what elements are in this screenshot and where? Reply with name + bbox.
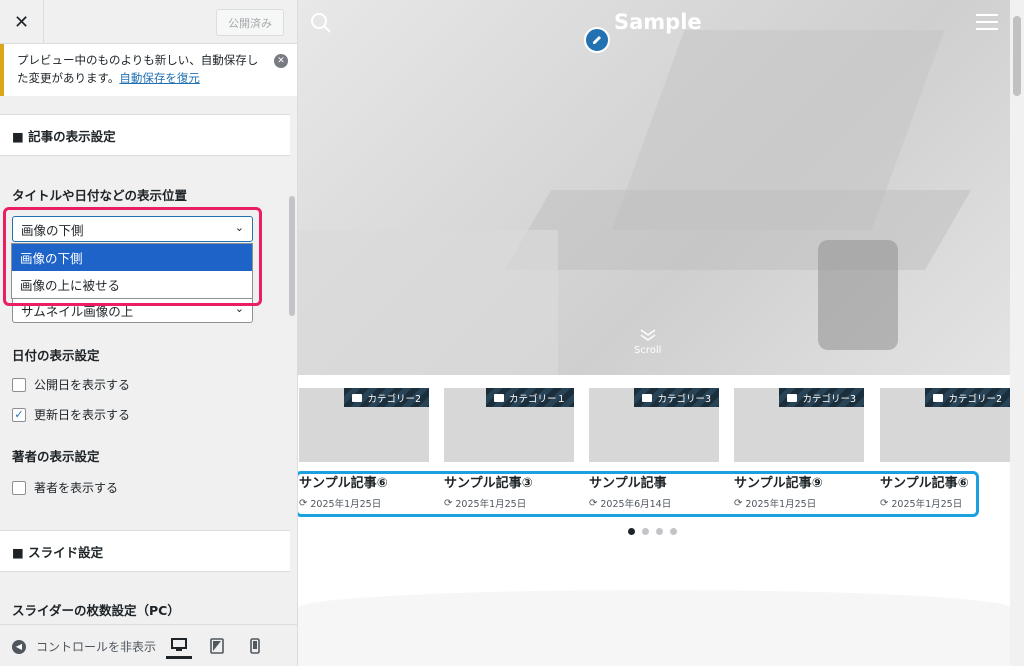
panel-scrollbar[interactable] bbox=[289, 196, 295, 316]
published-date-label: 公開日を表示する bbox=[34, 378, 131, 392]
hero-keyboard-shape bbox=[504, 190, 972, 270]
post-thumbnail[interactable]: カテゴリー3 bbox=[589, 388, 719, 462]
category-label: カテゴリー１ bbox=[508, 393, 566, 405]
collapse-controls-button[interactable]: ◀ コントロールを非表示 bbox=[12, 638, 156, 655]
hero-mug-shape bbox=[818, 240, 898, 350]
published-date-checkbox[interactable]: 公開日を表示する bbox=[12, 376, 130, 393]
slider-count-label: スライダーの枚数設定（PC） bbox=[12, 603, 180, 618]
folder-icon bbox=[493, 393, 504, 402]
panel-body: ■ 記事の表示設定 タイトルや日付などの表示位置 画像の下側 ⌄ サムネイル画像… bbox=[0, 96, 297, 624]
highlight-annotation bbox=[298, 471, 979, 517]
close-customizer-button[interactable]: ✕ bbox=[0, 0, 44, 44]
tablet-icon bbox=[210, 638, 224, 654]
desktop-icon bbox=[171, 637, 187, 651]
search-icon[interactable] bbox=[310, 12, 332, 38]
category-label: カテゴリー3 bbox=[657, 393, 711, 405]
folder-icon bbox=[787, 393, 798, 402]
post-thumbnail[interactable]: カテゴリー2 bbox=[299, 388, 429, 462]
dismiss-notice-icon[interactable]: ✕ bbox=[274, 54, 288, 68]
folder-icon bbox=[642, 393, 653, 402]
customizer-panel: ✕ 公開済み プレビュー中のものよりも新しい、自動保存した変更があります。自動保… bbox=[0, 0, 298, 666]
double-chevron-down-icon bbox=[640, 329, 656, 341]
scroll-label: Scroll bbox=[634, 345, 662, 356]
mobile-preview-button[interactable] bbox=[242, 633, 268, 659]
category-label: カテゴリー2 bbox=[367, 393, 421, 405]
slider-pagination bbox=[628, 528, 677, 535]
checkbox-unchecked[interactable] bbox=[12, 377, 26, 392]
author-settings-label: 著者の表示設定 bbox=[12, 449, 100, 464]
position-dropdown-list[interactable]: 画像の下側 画像の上に被せる bbox=[11, 243, 253, 299]
post-thumbnail[interactable]: カテゴリー2 bbox=[880, 388, 1010, 462]
folder-icon bbox=[933, 393, 944, 402]
hero-desk-shape bbox=[298, 230, 558, 375]
dropdown-option[interactable]: 画像の上に被せる bbox=[12, 271, 252, 298]
site-preview: Sample Scroll カテゴリー2 サンプル記事⑥ ⟳ 2025年1月25日… bbox=[298, 0, 1024, 666]
date-settings-label: 日付の表示設定 bbox=[12, 348, 100, 363]
position-label: タイトルや日付などの表示位置 bbox=[12, 188, 188, 203]
category-badge[interactable]: カテゴリー2 bbox=[344, 388, 429, 407]
category-badge[interactable]: カテゴリー2 bbox=[925, 388, 1010, 407]
dropdown-option[interactable]: 画像の下側 bbox=[12, 244, 252, 271]
category-badge[interactable]: カテゴリー3 bbox=[634, 388, 719, 407]
edit-pencil-icon[interactable] bbox=[584, 27, 610, 53]
scroll-indicator[interactable]: Scroll bbox=[634, 328, 661, 356]
updated-date-label: 更新日を表示する bbox=[34, 408, 131, 422]
autosave-notice: プレビュー中のものよりも新しい、自動保存した変更があります。自動保存を復元 ✕ bbox=[0, 44, 297, 96]
panel-footer: ◀ コントロールを非表示 bbox=[0, 624, 297, 666]
section-post-display: ■ 記事の表示設定 bbox=[0, 114, 290, 156]
mobile-icon bbox=[250, 638, 260, 654]
section-wave-divider bbox=[298, 590, 1010, 666]
folder-icon bbox=[352, 393, 363, 402]
post-thumbnail[interactable]: カテゴリー１ bbox=[444, 388, 574, 462]
pagination-dot[interactable] bbox=[656, 528, 663, 535]
category-label: カテゴリー2 bbox=[948, 393, 1002, 405]
pagination-dot[interactable] bbox=[628, 528, 635, 535]
author-option-label: 著者を表示する bbox=[34, 481, 119, 495]
site-title[interactable]: Sample bbox=[614, 10, 702, 34]
pagination-dot[interactable] bbox=[670, 528, 677, 535]
collapse-label: コントロールを非表示 bbox=[36, 640, 157, 654]
tablet-preview-button[interactable] bbox=[204, 633, 230, 659]
category-label: カテゴリー3 bbox=[802, 393, 856, 405]
desktop-preview-button[interactable] bbox=[166, 633, 192, 659]
preview-scrollbar[interactable] bbox=[1010, 0, 1024, 666]
pagination-dot[interactable] bbox=[642, 528, 649, 535]
updated-date-checkbox[interactable]: ✓ 更新日を表示する bbox=[12, 406, 130, 423]
collapse-arrow-icon: ◀ bbox=[12, 639, 26, 654]
category-badge[interactable]: カテゴリー１ bbox=[485, 388, 574, 407]
checkbox-checked[interactable]: ✓ bbox=[12, 407, 26, 422]
restore-autosave-link[interactable]: 自動保存を復元 bbox=[119, 71, 200, 85]
checkbox-unchecked[interactable] bbox=[12, 480, 26, 495]
post-thumbnail[interactable]: カテゴリー3 bbox=[734, 388, 864, 462]
hamburger-menu-icon[interactable] bbox=[976, 14, 998, 34]
author-checkbox[interactable]: 著者を表示する bbox=[12, 479, 118, 496]
category-badge[interactable]: カテゴリー3 bbox=[779, 388, 864, 407]
panel-header: ✕ 公開済み bbox=[0, 0, 297, 44]
post-slider: カテゴリー2 サンプル記事⑥ ⟳ 2025年1月25日 カテゴリー１ サンプル記事… bbox=[298, 388, 1010, 518]
hero-image: Sample Scroll bbox=[298, 0, 1010, 375]
publish-button[interactable]: 公開済み bbox=[216, 9, 284, 36]
section-slide: ■ スライド設定 bbox=[0, 530, 290, 572]
preview-scrollbar-thumb[interactable] bbox=[1013, 16, 1021, 96]
